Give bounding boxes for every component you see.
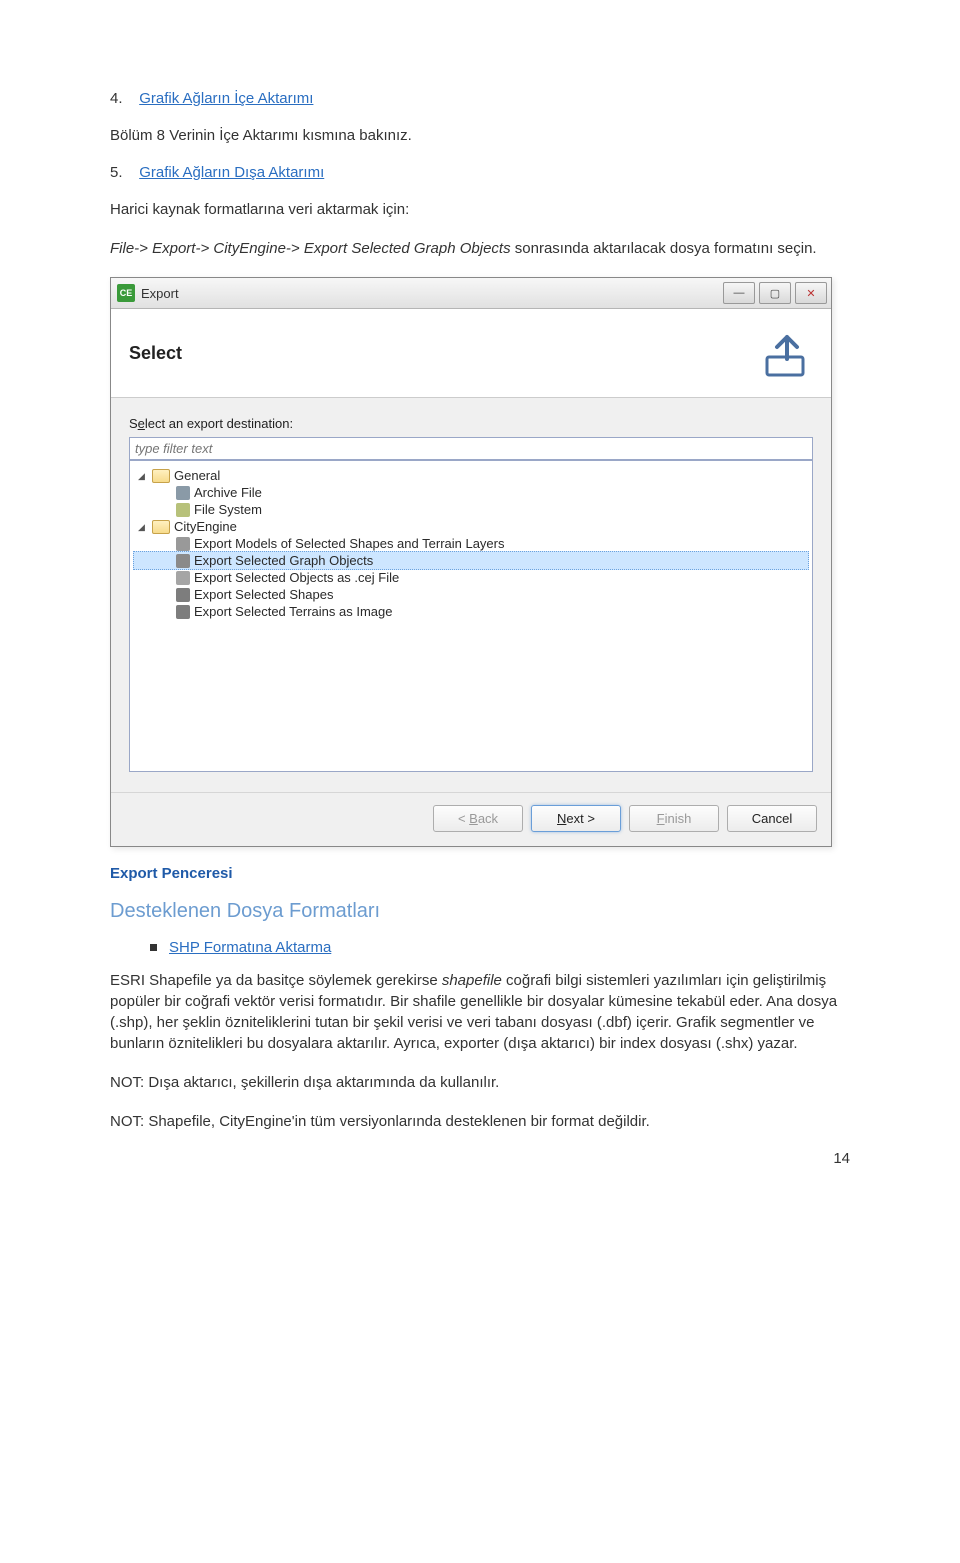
tree-item-export-cej[interactable]: Export Selected Objects as .cej File bbox=[134, 569, 808, 586]
back-button-label: < Back bbox=[458, 811, 498, 826]
expand-icon[interactable]: ◢ bbox=[138, 471, 148, 481]
dest-label-pre: S bbox=[129, 416, 138, 431]
supported-formats-heading: Desteklenen Dosya Formatları bbox=[110, 900, 850, 923]
shp-description: ESRI Shapefile ya da basitçe söylemek ge… bbox=[110, 970, 850, 1054]
section-5-header: 5. Grafik Ağların Dışa Aktarımı bbox=[110, 164, 850, 181]
archive-icon bbox=[176, 486, 190, 500]
tree-item-export-shapes[interactable]: Export Selected Shapes bbox=[134, 586, 808, 603]
window-body: Select an export destination: ◢ General … bbox=[111, 398, 831, 792]
folder-icon bbox=[152, 469, 170, 483]
tree-label-export-models: Export Models of Selected Shapes and Ter… bbox=[194, 536, 505, 551]
dest-label-post: lect an export destination: bbox=[145, 416, 293, 431]
section-4-num: 4. bbox=[110, 90, 123, 107]
finish-button: Finish bbox=[629, 805, 719, 832]
shp-desc-italic: shapefile bbox=[442, 972, 502, 989]
minimize-button[interactable]: — bbox=[723, 282, 755, 304]
export-menu-path: File-> Export-> CityEngine-> Export Sele… bbox=[110, 240, 511, 257]
page-number: 14 bbox=[110, 1150, 850, 1167]
tree-label-export-graph: Export Selected Graph Objects bbox=[194, 553, 373, 568]
cancel-button[interactable]: Cancel bbox=[727, 805, 817, 832]
tree-label-filesystem: File System bbox=[194, 502, 262, 517]
back-button: < Back bbox=[433, 805, 523, 832]
shapes-icon bbox=[176, 537, 190, 551]
shp-format-link[interactable]: SHP Formatına Aktarma bbox=[169, 939, 331, 956]
export-icon bbox=[753, 323, 813, 383]
export-window: CE Export — ▢ ✕ Select Select an export … bbox=[110, 277, 832, 847]
tree-item-export-graph[interactable]: Export Selected Graph Objects bbox=[133, 551, 809, 570]
close-button[interactable]: ✕ bbox=[795, 282, 827, 304]
note-1: NOT: Dışa aktarıcı, şekillerin dışa akta… bbox=[110, 1072, 850, 1093]
finish-button-label: Finish bbox=[657, 811, 692, 826]
tree-label-general: General bbox=[174, 468, 220, 483]
terrain-icon bbox=[176, 605, 190, 619]
tree-item-export-models[interactable]: Export Models of Selected Shapes and Ter… bbox=[134, 535, 808, 552]
tree-item-filesystem[interactable]: File System bbox=[134, 501, 808, 518]
graph-icon bbox=[176, 554, 190, 568]
section-4-body: Bölüm 8 Verinin İçe Aktarımı kısmına bak… bbox=[110, 125, 850, 146]
figure-caption: Export Penceresi bbox=[110, 865, 850, 882]
maximize-button[interactable]: ▢ bbox=[759, 282, 791, 304]
section-4-header: 4. Grafik Ağların İçe Aktarımı bbox=[110, 90, 850, 107]
tree-item-archive[interactable]: Archive File bbox=[134, 484, 808, 501]
tree-label-export-shapes: Export Selected Shapes bbox=[194, 587, 333, 602]
filter-input[interactable] bbox=[129, 437, 813, 460]
cej-icon bbox=[176, 571, 190, 585]
section-5-path: File-> Export-> CityEngine-> Export Sele… bbox=[110, 238, 850, 259]
title-bar: CE Export — ▢ ✕ bbox=[111, 278, 831, 309]
section-4-title-link[interactable]: Grafik Ağların İçe Aktarımı bbox=[139, 90, 313, 107]
bullet-shp: SHP Formatına Aktarma bbox=[150, 939, 850, 956]
tree-label-export-terrain: Export Selected Terrains as Image bbox=[194, 604, 392, 619]
dest-label-mnemonic: e bbox=[138, 416, 145, 431]
window-title: Export bbox=[141, 286, 723, 301]
shape-icon bbox=[176, 588, 190, 602]
tree-folder-general[interactable]: ◢ General bbox=[134, 467, 808, 484]
destination-tree[interactable]: ◢ General Archive File File System ◢ Cit… bbox=[129, 460, 813, 772]
section-5-num: 5. bbox=[110, 164, 123, 181]
tree-label-archive: Archive File bbox=[194, 485, 262, 500]
section-5-title-link[interactable]: Grafik Ağların Dışa Aktarımı bbox=[139, 164, 324, 181]
next-button-label: Next > bbox=[557, 811, 595, 826]
bullet-icon bbox=[150, 944, 157, 951]
tree-label-export-cej: Export Selected Objects as .cej File bbox=[194, 570, 399, 585]
destination-label: Select an export destination: bbox=[129, 416, 813, 431]
expand-icon[interactable]: ◢ bbox=[138, 522, 148, 532]
window-controls: — ▢ ✕ bbox=[723, 282, 827, 304]
folder-icon bbox=[152, 520, 170, 534]
filesystem-icon bbox=[176, 503, 190, 517]
dialog-button-row: < Back Next > Finish Cancel bbox=[111, 792, 831, 846]
section-5-intro: Harici kaynak formatlarına veri aktarmak… bbox=[110, 199, 850, 220]
select-banner: Select bbox=[111, 309, 831, 398]
export-menu-path-suffix: sonrasında aktarılacak dosya formatını s… bbox=[511, 240, 817, 257]
note-2: NOT: Shapefile, CityEngine'in tüm versiy… bbox=[110, 1111, 850, 1132]
tree-folder-cityengine[interactable]: ◢ CityEngine bbox=[134, 518, 808, 535]
app-icon: CE bbox=[117, 284, 135, 302]
select-banner-title: Select bbox=[129, 343, 753, 364]
shp-desc-pre: ESRI Shapefile ya da basitçe söylemek ge… bbox=[110, 972, 442, 989]
tree-label-cityengine: CityEngine bbox=[174, 519, 237, 534]
tree-item-export-terrain[interactable]: Export Selected Terrains as Image bbox=[134, 603, 808, 620]
next-button[interactable]: Next > bbox=[531, 805, 621, 832]
